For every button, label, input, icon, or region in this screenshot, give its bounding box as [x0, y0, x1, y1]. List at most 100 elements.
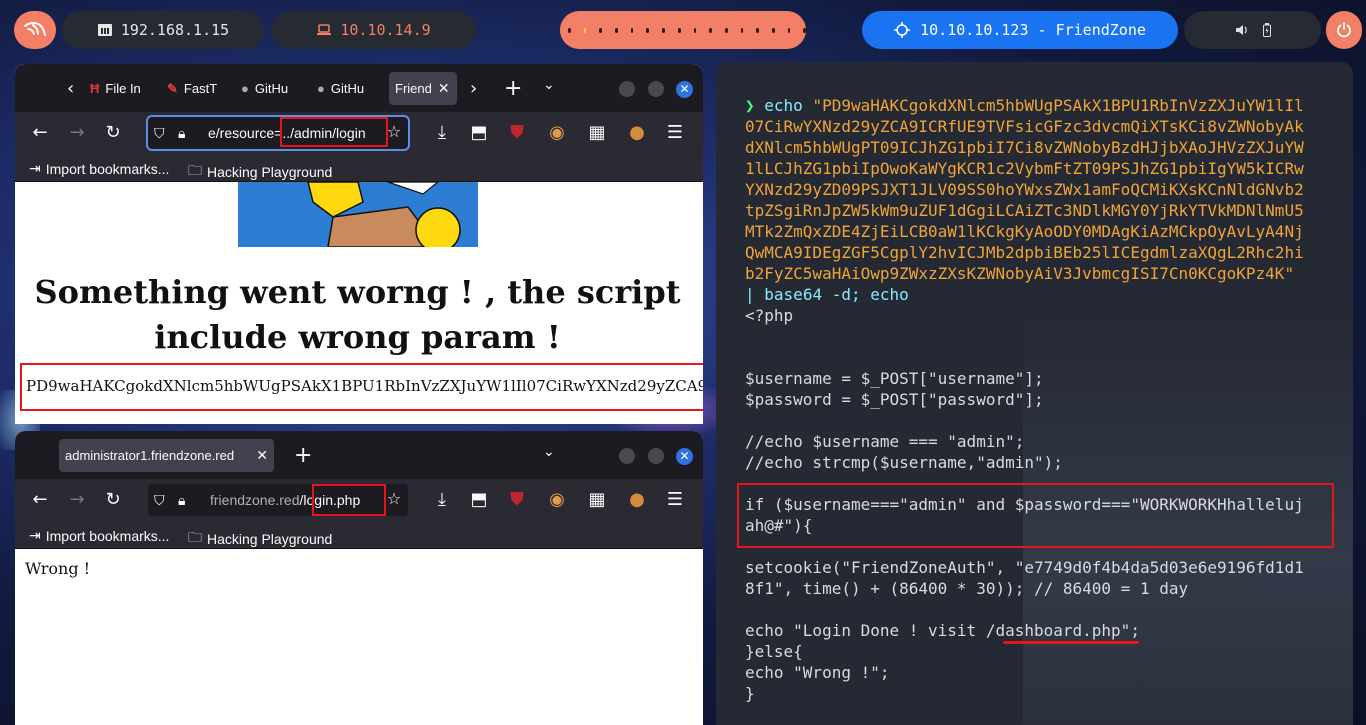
- tab-list-chevron-icon[interactable]: ⌄: [543, 444, 555, 460]
- workspace-dot[interactable]: [568, 27, 571, 33]
- local-ip-indicator: 192.168.1.15: [62, 11, 264, 49]
- system-tray[interactable]: [1184, 11, 1321, 49]
- power-button[interactable]: [1326, 11, 1362, 49]
- tab-scroll-right-icon[interactable]: ›: [470, 78, 477, 99]
- battery-icon[interactable]: [1262, 23, 1271, 37]
- github-icon: ●: [317, 81, 325, 96]
- power-icon: [1336, 22, 1352, 38]
- tab-bar: ‹ Ħ File In ✎ FastT ● GitHu ● GitHu Frie…: [15, 64, 703, 112]
- close-window-button[interactable]: ✕: [676, 81, 693, 98]
- new-tab-icon[interactable]: +: [504, 76, 522, 101]
- downloads-icon[interactable]: ⤓: [431, 122, 453, 143]
- base64-source-output: PD9waHAKCgokdXNlcm5hbWUgPSAkX1BPU1RbInVz…: [20, 363, 703, 411]
- tab-github-1[interactable]: ● GitHu: [241, 72, 313, 105]
- output-line: 8f1", time() + (86400 * 30)); // 86400 =…: [745, 579, 1189, 598]
- ublock-icon[interactable]: ⛊: [506, 489, 528, 510]
- new-tab-icon[interactable]: +: [294, 443, 312, 468]
- tab-fast[interactable]: ✎ FastT: [167, 72, 233, 105]
- b64-line: 1lLCJhZG1pbiIpOwoKaWYgKCR1c2VybmFtZT09PS…: [745, 159, 1304, 178]
- tab-bar: administrator1.friendzone.red ✕ + ⌄ ✕: [15, 431, 703, 479]
- shield-icon[interactable]: ⛉: [154, 125, 174, 142]
- minimize-button[interactable]: [619, 448, 635, 464]
- output-line: $username = $_POST["username"];: [745, 369, 1044, 388]
- page-content: Something went worng ! , the script incl…: [15, 182, 703, 424]
- fast-favicon-icon: ✎: [167, 80, 178, 96]
- forward-icon[interactable]: →: [66, 122, 88, 143]
- workspace-dot[interactable]: [724, 27, 728, 33]
- cookie-icon[interactable]: ●: [626, 489, 648, 510]
- extensions-icon[interactable]: ⬒: [468, 489, 490, 510]
- foxyproxy-icon[interactable]: ◉: [546, 122, 568, 143]
- tab-administrator1[interactable]: administrator1.friendzone.red ✕: [59, 439, 274, 472]
- workspace-dot[interactable]: [709, 27, 712, 33]
- qr-code-icon[interactable]: ▦: [586, 489, 608, 510]
- url-text-prefix: e/resource: [208, 125, 275, 141]
- workspace-dot[interactable]: [693, 27, 697, 33]
- downloads-icon[interactable]: ⤓: [431, 489, 453, 510]
- bookmark-folder-hacking[interactable]: 🗀 Hacking Playground: [188, 527, 332, 551]
- workspace-dot[interactable]: [803, 27, 806, 33]
- tab-close-icon[interactable]: ✕: [256, 447, 268, 464]
- command-name: echo: [764, 96, 803, 115]
- workspace-dot-active[interactable]: [583, 27, 587, 33]
- workspace-dot[interactable]: [677, 27, 681, 33]
- terminal-window[interactable]: ❯ echo "PD9waHAKCgokdXNlcm5hbWUgPSAkX1BP…: [716, 62, 1353, 725]
- lock-icon[interactable]: 🔒︎: [178, 492, 196, 509]
- tab-file-include[interactable]: Ħ File In: [90, 72, 160, 105]
- b64-line: MTk2ZmQxZDE4ZjEiLCB0aW1lKCkgKyAoODY0MDAg…: [745, 222, 1304, 241]
- kali-menu-button[interactable]: [14, 11, 56, 49]
- target-indicator[interactable]: 10.10.10.123 - FriendZone: [862, 11, 1178, 49]
- foxyproxy-icon[interactable]: ◉: [546, 489, 568, 510]
- bookmark-star-icon[interactable]: ☆: [383, 489, 405, 508]
- minimize-button[interactable]: [619, 81, 635, 97]
- output-line: }else{: [745, 642, 803, 661]
- ublock-icon[interactable]: ⛊: [506, 122, 528, 143]
- menu-hamburger-icon[interactable]: ☰: [664, 122, 686, 143]
- github-icon: ●: [241, 81, 249, 96]
- tab-github-2[interactable]: ● GitHu: [317, 72, 387, 105]
- browser-window-2: administrator1.friendzone.red ✕ + ⌄ ✕ ← …: [15, 431, 703, 725]
- browser-window-1: ‹ Ħ File In ✎ FastT ● GitHu ● GitHu Frie…: [15, 64, 703, 424]
- workspace-dot[interactable]: [615, 27, 618, 33]
- kali-dragon-icon: [24, 22, 46, 36]
- tab-friendzone[interactable]: Friend ✕: [389, 72, 457, 105]
- workspace-dot[interactable]: [599, 27, 603, 33]
- forward-icon[interactable]: →: [66, 489, 88, 510]
- cookie-icon[interactable]: ●: [626, 122, 648, 143]
- dashboard-underline: [1003, 641, 1139, 644]
- reload-icon[interactable]: ↻: [102, 122, 124, 143]
- workspace-dot[interactable]: [630, 27, 634, 33]
- workspace-dot[interactable]: [646, 27, 650, 33]
- tab-scroll-left-icon[interactable]: ‹: [67, 78, 74, 99]
- output-line: //echo $username === "admin";: [745, 432, 1025, 451]
- reload-icon[interactable]: ↻: [102, 489, 124, 510]
- bookmark-import[interactable]: ⇥ Import bookmarks...: [29, 160, 169, 177]
- workspace-dot[interactable]: [740, 27, 744, 33]
- workspace-dot[interactable]: [771, 27, 775, 33]
- shield-icon[interactable]: ⛉: [154, 492, 174, 509]
- back-icon[interactable]: ←: [29, 122, 51, 143]
- workspace-switcher[interactable]: [560, 11, 806, 49]
- import-icon: ⇥: [29, 160, 41, 176]
- workspace-dot[interactable]: [662, 27, 665, 33]
- bookmark-import[interactable]: ⇥ Import bookmarks...: [29, 527, 169, 544]
- volume-icon[interactable]: [1235, 24, 1249, 36]
- maximize-button[interactable]: [648, 448, 664, 464]
- menu-hamburger-icon[interactable]: ☰: [664, 489, 686, 510]
- back-icon[interactable]: ←: [29, 489, 51, 510]
- tab-list-chevron-icon[interactable]: ⌄: [543, 77, 555, 93]
- network-card-icon: [97, 23, 113, 37]
- b64-line: b2FyZC5waHAiOwp9ZWxzZXsKZWNobyAiV3Jvbmcg…: [745, 264, 1295, 283]
- workspace-dot[interactable]: [787, 27, 791, 33]
- extensions-icon[interactable]: ⬒: [468, 122, 490, 143]
- maximize-button[interactable]: [648, 81, 664, 97]
- close-window-button[interactable]: ✕: [676, 448, 693, 465]
- tab-close-icon[interactable]: ✕: [438, 80, 450, 97]
- b64-line: "PD9waHAKCgokdXNlcm5hbWUgPSAkX1BPU1RbInV…: [812, 96, 1304, 115]
- workspace-dot[interactable]: [756, 27, 759, 33]
- qr-code-icon[interactable]: ▦: [586, 122, 608, 143]
- pipe-line: | base64 -d; echo: [745, 284, 909, 305]
- b64-line: 07CiRwYXNzd29yZCA9ICRfUE9TVFsicGFzc3dvcm…: [745, 117, 1304, 136]
- bookmark-folder-hacking[interactable]: 🗀 Hacking Playground: [188, 160, 332, 184]
- lock-icon[interactable]: 🔒︎: [178, 125, 196, 142]
